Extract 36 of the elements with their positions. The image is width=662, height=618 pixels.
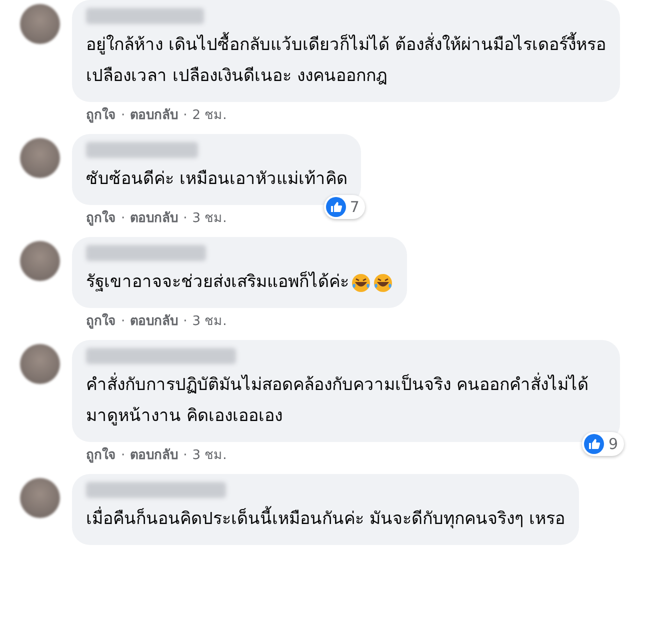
laughing-emoji-icon — [351, 272, 371, 292]
separator-dot: · — [183, 210, 188, 228]
reaction-count[interactable]: 9 — [582, 432, 624, 456]
reply-link[interactable]: ตอบกลับ — [130, 106, 178, 126]
comment-text: เมื่อคืนก็นอนคิดประเด็นนี้เหมือนกันค่ะ มันจะดีกับทุกคนจริงๆ เหรอ — [86, 504, 565, 535]
laughing-emoji-icon — [373, 272, 393, 292]
avatar[interactable] — [20, 344, 60, 384]
timestamp: 2 ชม. — [192, 107, 227, 125]
like-link[interactable]: ถูกใจ — [86, 446, 116, 466]
timestamp: 3 ชม. — [192, 210, 227, 228]
avatar[interactable] — [20, 241, 60, 281]
separator-dot: · — [121, 313, 126, 331]
separator-dot: · — [121, 210, 126, 228]
like-icon — [584, 434, 604, 454]
separator-dot: · — [121, 107, 126, 125]
like-icon — [326, 197, 346, 217]
avatar[interactable] — [20, 138, 60, 178]
like-link[interactable]: ถูกใจ — [86, 209, 116, 229]
comment-text: อยู่ใกล้ห้าง เดินไปซื้อกลับแว้บเดียวก็ไม่ได้ ต้องสั่งให้ผ่านมือไรเดอร์งี้หรอ เปลืองเวลา เปลืองเงินดีเนอะ งงคนออกกฎ — [86, 30, 606, 92]
like-link[interactable]: ถูกใจ — [86, 312, 116, 332]
avatar[interactable] — [20, 478, 60, 518]
reply-link[interactable]: ตอบกลับ — [130, 446, 178, 466]
comment-text: ซับซ้อนดีค่ะ เหมือนเอาหัวแม่เท้าคิด — [86, 168, 348, 191]
avatar[interactable] — [20, 4, 60, 44]
separator-dot: · — [183, 313, 188, 331]
timestamp: 3 ชม. — [192, 313, 227, 331]
comment-text: คำสั่งกับการปฏิบัติมันไม่สอดคล้องกับความเป็นจริง คนออกคำสั่งไม่ได้มาดูหน้างาน คิดเองเออเอง — [86, 370, 606, 432]
timestamp: 3 ชม. — [192, 447, 227, 465]
separator-dot: · — [121, 447, 126, 465]
separator-dot: · — [183, 447, 188, 465]
reply-link[interactable]: ตอบกลับ — [130, 312, 178, 332]
like-link[interactable]: ถูกใจ — [86, 106, 116, 126]
separator-dot: · — [183, 107, 188, 125]
reply-link[interactable]: ตอบกลับ — [130, 209, 178, 229]
comment-text: รัฐเขาอาจจะช่วยส่งเสริมแอพก็ได้ค่ะ — [86, 270, 349, 294]
reaction-count[interactable]: 7 — [324, 195, 366, 219]
